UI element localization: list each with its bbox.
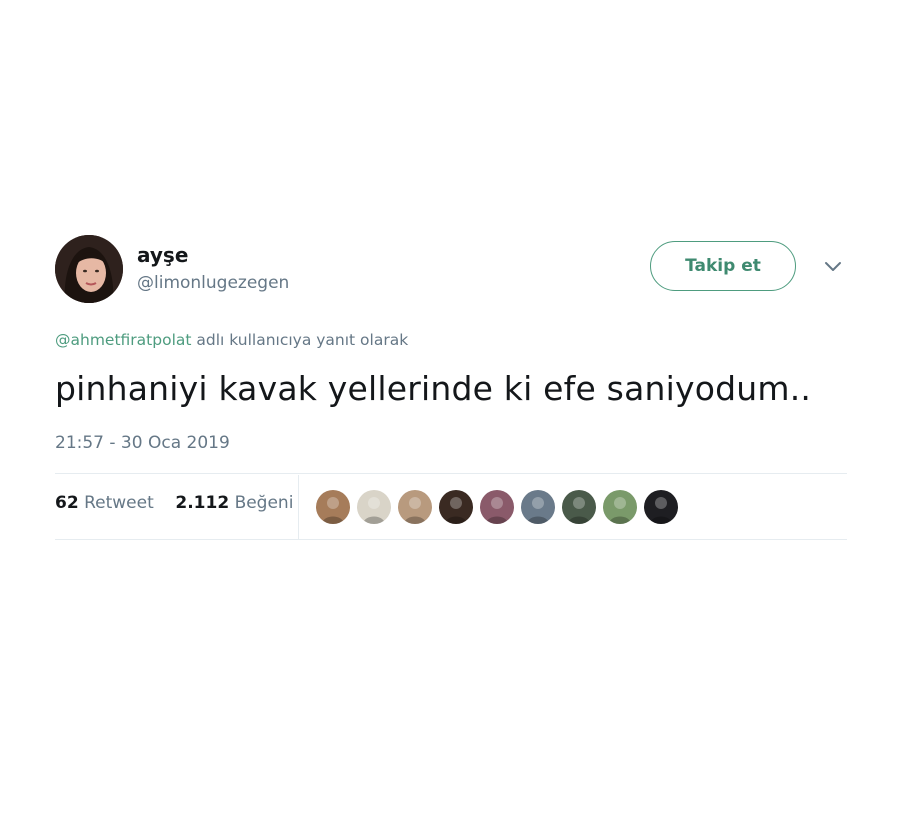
reply-mention-link[interactable]: @ahmetfiratpolat xyxy=(55,331,191,349)
user-handle[interactable]: @limonlugezegen xyxy=(137,273,289,293)
display-name[interactable]: ayşe xyxy=(137,243,188,267)
liker-avatar-icon[interactable] xyxy=(521,490,555,524)
likers-list xyxy=(316,490,678,524)
retweet-count: 62 xyxy=(55,493,79,513)
like-count: 2.112 xyxy=(175,493,230,513)
liker-avatar-icon[interactable] xyxy=(357,490,391,524)
profile-photo-icon[interactable] xyxy=(55,235,123,303)
chevron-down-icon[interactable] xyxy=(823,259,843,275)
like-stat[interactable]: 2.112 Beğeni xyxy=(175,493,293,513)
reply-context: @ahmetfiratpolat adlı kullanıcıya yanıt … xyxy=(55,331,408,349)
tweet-timestamp[interactable]: 21:57 - 30 Oca 2019 xyxy=(55,433,230,453)
liker-avatar-icon[interactable] xyxy=(562,490,596,524)
retweet-stat[interactable]: 62 Retweet xyxy=(55,493,154,513)
liker-avatar-icon[interactable] xyxy=(480,490,514,524)
liker-avatar-icon[interactable] xyxy=(316,490,350,524)
tweet-text: pinhaniyi kavak yellerinde ki efe saniyo… xyxy=(55,369,812,408)
divider-bottom xyxy=(55,539,847,540)
liker-avatar-icon[interactable] xyxy=(398,490,432,524)
liker-avatar-icon[interactable] xyxy=(439,490,473,524)
liker-avatar-icon[interactable] xyxy=(644,490,678,524)
retweet-label: Retweet xyxy=(84,493,154,513)
tweet-stats: 62 Retweet 2.112 Beğeni xyxy=(55,493,293,513)
liker-avatar-icon[interactable] xyxy=(603,490,637,524)
reply-suffix: adlı kullanıcıya yanıt olarak xyxy=(191,331,409,349)
stats-separator xyxy=(298,475,299,539)
follow-button[interactable]: Takip et xyxy=(650,241,796,291)
divider-top xyxy=(55,473,847,474)
like-label: Beğeni xyxy=(234,493,294,513)
